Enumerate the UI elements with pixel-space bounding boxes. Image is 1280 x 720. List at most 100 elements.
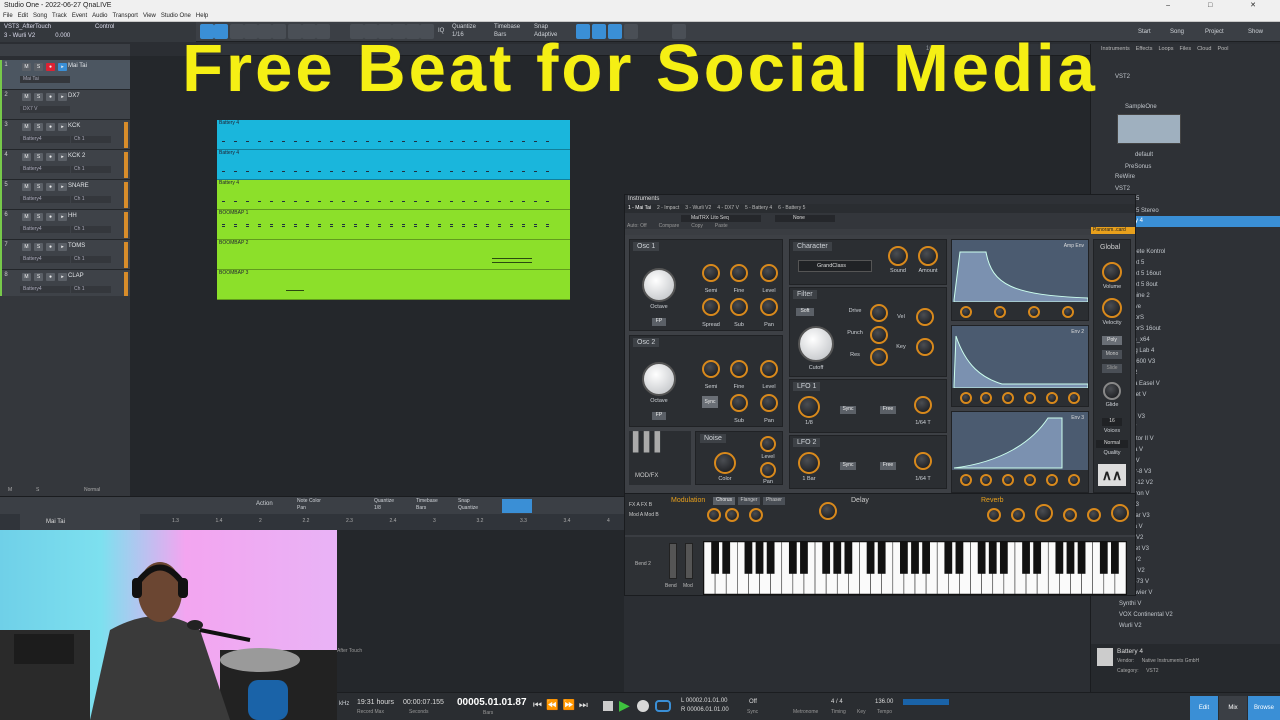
character-type-select[interactable]: GrandClass (798, 260, 872, 272)
mod-depth-knob[interactable] (819, 502, 837, 520)
filter-cutoff-knob[interactable] (798, 326, 834, 362)
instrument-tab[interactable]: 2 - Impact (657, 205, 679, 211)
browse-button[interactable]: Browse (1248, 696, 1280, 720)
none-select[interactable]: None (775, 215, 835, 222)
record-arm-button[interactable]: ● (46, 273, 55, 281)
bend-wheel[interactable] (669, 543, 677, 579)
noise-level-knob[interactable] (760, 436, 776, 452)
filter-soft-button[interactable]: Soft (796, 308, 814, 316)
event-clip[interactable]: BOOMBAP 2 (217, 240, 570, 270)
instrument-sub-control[interactable]: Auto: Off (627, 223, 647, 229)
solo-button[interactable]: S (34, 273, 43, 281)
osc1-semi-knob[interactable] (702, 264, 720, 282)
osc2-octave-knob[interactable] (642, 362, 676, 396)
slide-button[interactable]: Slide (1102, 364, 1122, 373)
env-knob[interactable] (1062, 306, 1074, 318)
instrument-tab[interactable]: 5 - Battery 4 (745, 205, 772, 211)
black-key[interactable] (788, 542, 797, 574)
black-key[interactable] (999, 542, 1008, 574)
editor-quantize[interactable]: Quantize 1/8 (374, 498, 394, 512)
osc1-sub-knob[interactable] (730, 298, 748, 316)
editor-snap[interactable]: Snap Quantize (458, 498, 478, 512)
black-key[interactable] (1077, 542, 1086, 574)
lfo1-free-button[interactable]: Free (880, 406, 896, 414)
track-instrument-select[interactable]: Battery4 (20, 136, 70, 143)
instrument-tab[interactable]: 3 - Wurli V2 (685, 205, 711, 211)
osc2-level-knob[interactable] (760, 360, 778, 378)
solo-button[interactable]: S (34, 213, 43, 221)
env-knob[interactable] (1068, 474, 1080, 486)
env2-panel[interactable]: Env 2 (951, 325, 1089, 407)
voices-value[interactable]: 16 (1102, 418, 1122, 426)
env-knob[interactable] (960, 306, 972, 318)
lfo1-sync-button[interactable]: Sync (840, 406, 856, 414)
black-key[interactable] (944, 542, 953, 574)
poly-button[interactable]: Poly (1102, 336, 1122, 345)
filter-res-knob[interactable] (870, 348, 888, 366)
track-instrument-select[interactable]: Battery4 (20, 256, 70, 263)
osc1-octave-knob[interactable] (642, 268, 676, 302)
rev-high-knob[interactable] (1087, 508, 1101, 522)
osc2-fine-knob[interactable] (730, 360, 748, 378)
track-instrument-select[interactable]: Battery4 (20, 196, 70, 203)
rev-low-knob[interactable] (1063, 508, 1077, 522)
virtual-keyboard[interactable] (703, 541, 1127, 595)
preset-right[interactable]: Panoram..card (1091, 227, 1135, 234)
editor-ruler[interactable]: Mai Tai 1.3 1.4 2 2.2 2.3 2.4 3 3.2 3.3 3.4 4 (0, 514, 624, 530)
menu-item[interactable]: View (143, 13, 156, 19)
black-key[interactable] (833, 542, 842, 574)
monitor-button[interactable]: ▸ (58, 273, 67, 281)
rev-size-knob[interactable] (1035, 504, 1053, 522)
env-knob[interactable] (1068, 392, 1080, 404)
black-key[interactable] (1055, 542, 1064, 574)
mute-button[interactable]: M (22, 123, 31, 131)
black-key[interactable] (955, 542, 964, 574)
env-knob[interactable] (960, 474, 972, 486)
black-key[interactable] (1033, 542, 1042, 574)
monitor-button[interactable]: ▸ (58, 243, 67, 251)
env-knob[interactable] (980, 392, 992, 404)
black-key[interactable] (822, 542, 831, 574)
filter-key-knob[interactable] (916, 338, 934, 356)
menu-item[interactable]: Studio One (161, 13, 191, 19)
edit-button[interactable]: Edit (1190, 696, 1218, 720)
instrument-tab[interactable]: 6 - Battery 5 (778, 205, 805, 211)
amp-env-graph[interactable] (952, 240, 1088, 302)
lfo2-rate-knob[interactable] (798, 452, 820, 474)
event-clip[interactable]: BOOMBAP 1 (217, 210, 570, 240)
play-icon[interactable]: ▶ (619, 697, 630, 714)
record-arm-button[interactable]: ● (46, 153, 55, 161)
time-signature[interactable]: 4 / 4 (831, 699, 843, 705)
mute-button[interactable]: M (22, 213, 31, 221)
record-icon[interactable] (637, 700, 649, 712)
solo-button[interactable]: S (34, 243, 43, 251)
character-sound-knob[interactable] (888, 246, 908, 266)
track-channel-select[interactable]: Ch 1 (71, 166, 111, 173)
event-clip[interactable]: Battery 4 (217, 120, 570, 150)
instrument-tab[interactable]: 1 - Mai Tai (628, 205, 651, 211)
black-key[interactable] (844, 542, 853, 574)
env3-graph[interactable] (952, 412, 1088, 470)
global-velocity-knob[interactable] (1102, 298, 1122, 318)
track-row[interactable]: 7 M S ● ▸ TOMS Battery4 Ch 1 (0, 240, 130, 270)
lfo1-amount-knob[interactable] (914, 396, 932, 414)
chorus-tab[interactable]: Chorus (713, 497, 735, 505)
mute-button[interactable]: M (22, 243, 31, 251)
black-key[interactable] (766, 542, 775, 574)
instrument-sub-control[interactable]: Copy (691, 223, 703, 229)
lfo2-amount-knob[interactable] (914, 452, 932, 470)
black-key[interactable] (1099, 542, 1108, 574)
monitor-button[interactable]: ▸ (58, 183, 67, 191)
env-knob[interactable] (1024, 392, 1036, 404)
menu-item[interactable]: Track (52, 13, 67, 19)
record-arm-button[interactable]: ● (46, 243, 55, 251)
osc1-level-knob[interactable] (760, 264, 778, 282)
solo-button[interactable]: S (34, 153, 43, 161)
mod-width-knob[interactable] (749, 508, 763, 522)
character-amount-knob[interactable] (918, 246, 938, 266)
black-key[interactable] (900, 542, 908, 574)
phaser-tab[interactable]: Phaser (763, 497, 785, 505)
menu-item[interactable]: File (3, 13, 13, 19)
global-volume-knob[interactable] (1102, 262, 1122, 282)
mod-wheel[interactable] (685, 543, 693, 579)
